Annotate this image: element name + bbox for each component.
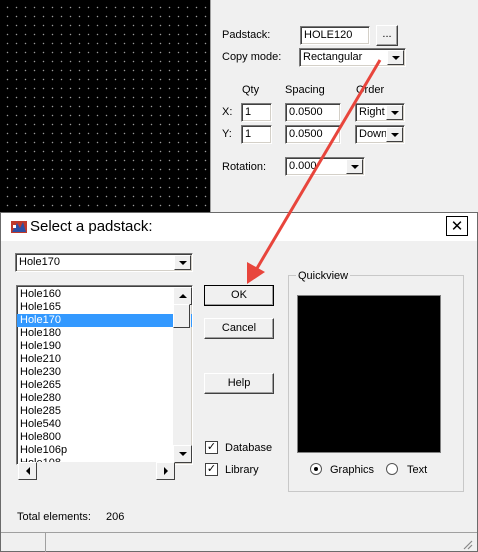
annotation-arrow-icon: [247, 59, 382, 284]
